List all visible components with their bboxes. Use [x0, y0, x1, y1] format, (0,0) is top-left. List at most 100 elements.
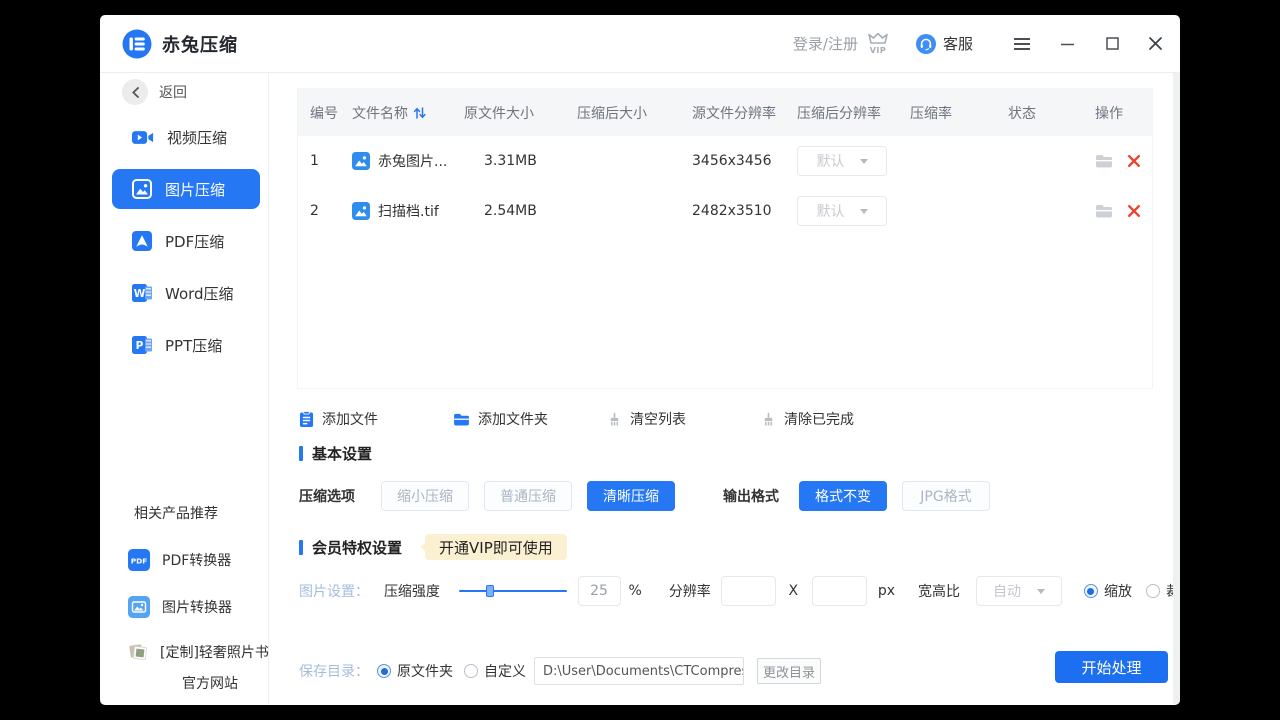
menu-icon[interactable] [1013, 37, 1031, 51]
out-resolution-dropdown[interactable]: 默认 [797, 196, 887, 226]
vip-settings-title: 会员特权设置 开通VIP即可使用 [299, 534, 1180, 560]
headset-icon [916, 34, 936, 54]
percent-sign: % [629, 583, 642, 599]
video-icon [132, 129, 154, 146]
file-name: 扫描档.tif [378, 201, 439, 221]
sidebar-item-pdf-converter[interactable]: PDF PDF转换器 [128, 549, 231, 571]
sidebar-item-label: PDF压缩 [165, 231, 224, 252]
recommend-item-label: PDF转换器 [162, 550, 231, 570]
login-register-link[interactable]: 登录/注册 [793, 33, 858, 54]
back-button[interactable]: 返回 [122, 79, 268, 105]
svg-text:W: W [134, 288, 146, 300]
resolution-x-separator: X [789, 583, 799, 599]
add-folder-icon [453, 413, 470, 426]
vip-crown-icon[interactable]: VIP [866, 33, 890, 55]
compress-option-label: 压缩选项 [299, 486, 381, 506]
sidebar-item-pdf-compress[interactable]: PDF压缩 [112, 221, 260, 261]
col-header-operations: 操作 [1095, 103, 1152, 123]
table-header: 编号 文件名称 原文件大小 压缩后大小 源文件分辨率 压缩后分辨率 压缩率 状态 [298, 89, 1152, 136]
col-header-orig-size: 原文件大小 [464, 103, 577, 123]
word-icon: W [132, 283, 152, 303]
save-dir-label: 保存目录： [299, 661, 377, 681]
sidebar-item-video-compress[interactable]: 视频压缩 [112, 117, 260, 157]
sidebar-item-label: Word压缩 [165, 283, 234, 304]
image-settings-label: 图片设置： [299, 581, 384, 601]
sidebar-item-label: 视频压缩 [167, 127, 227, 148]
sidebar-item-photobook[interactable]: [定制]轻奢照片书 [128, 642, 269, 662]
scale-radio[interactable] [1084, 584, 1098, 598]
desktop-background: 赤兔压缩 登录/注册 VIP 客服 [0, 0, 1280, 720]
official-site-link[interactable]: 官方网站 [182, 673, 238, 693]
option-normal-compress[interactable]: 普通压缩 [484, 481, 572, 511]
add-file-button[interactable]: 添加文件 [299, 409, 453, 429]
strength-value-input[interactable]: 25 [578, 576, 621, 606]
col-header-compressed-size: 压缩后大小 [577, 103, 692, 123]
resolution-height-input[interactable] [812, 576, 867, 606]
slider-handle[interactable] [486, 585, 494, 597]
basic-settings-title: 基本设置 [299, 445, 1180, 462]
chevron-down-icon [1037, 589, 1045, 594]
ppt-icon: P [132, 335, 152, 355]
sidebar-item-label: PPT压缩 [165, 335, 222, 356]
sidebar-item-word-compress[interactable]: W Word压缩 [112, 273, 260, 313]
sort-icon[interactable] [413, 107, 426, 119]
close-button[interactable] [1149, 37, 1162, 50]
add-folder-button[interactable]: 添加文件夹 [453, 409, 607, 429]
change-dir-button[interactable]: 更改目录 [757, 658, 821, 684]
sidebar-item-image-compress[interactable]: 图片压缩 [112, 169, 260, 209]
option-jpg-format[interactable]: JPG格式 [902, 481, 990, 511]
open-folder-icon[interactable] [1095, 154, 1113, 168]
delete-icon[interactable] [1127, 154, 1141, 168]
svg-text:PDF: PDF [131, 557, 148, 566]
delete-icon[interactable] [1127, 204, 1141, 218]
chevron-down-icon [860, 159, 868, 164]
svg-text:P: P [136, 340, 144, 352]
recommend-section-title: 相关产品推荐 [134, 503, 218, 523]
section-bar [299, 446, 303, 461]
save-path-input[interactable]: D:\User\Documents\CTCompres [534, 657, 744, 685]
recommend-item-label: [定制]轻奢照片书 [160, 642, 269, 662]
option-shrink-compress[interactable]: 缩小压缩 [381, 481, 469, 511]
sidebar: 返回 视频压缩 图片压缩 [100, 73, 269, 704]
add-file-icon [299, 411, 314, 428]
table-row: 2 扫描档.tif 2.54MB 2482x3510 [298, 186, 1152, 236]
aspect-ratio-dropdown[interactable]: 自动 [976, 576, 1062, 606]
chevron-left-icon [122, 79, 148, 105]
col-header-out-resolution: 压缩后分辨率 [797, 103, 910, 123]
sidebar-item-ppt-compress[interactable]: P PPT压缩 [112, 325, 260, 365]
table-body: 1 赤兔图片... 3.31MB 3456x3456 [298, 136, 1152, 388]
col-header-ratio: 压缩率 [910, 103, 1008, 123]
col-header-no: 编号 [310, 103, 352, 123]
strength-label: 压缩强度 [384, 581, 459, 601]
option-keep-format[interactable]: 格式不变 [799, 481, 887, 511]
row-number: 2 [310, 203, 352, 219]
slider-track[interactable] [459, 590, 566, 592]
resolution-width-input[interactable] [721, 576, 776, 606]
clear-list-button[interactable]: 清空列表 [607, 409, 761, 429]
back-label: 返回 [159, 82, 187, 102]
out-resolution-dropdown[interactable]: 默认 [797, 146, 887, 176]
start-process-button[interactable]: 开始处理 [1055, 651, 1168, 683]
open-folder-icon[interactable] [1095, 204, 1113, 218]
row-number: 1 [310, 153, 352, 169]
col-header-status: 状态 [1008, 103, 1095, 123]
app-window: 赤兔压缩 登录/注册 VIP 客服 [100, 15, 1180, 705]
sidebar-item-image-converter[interactable]: 图片转换器 [128, 596, 232, 618]
chevron-down-icon [860, 209, 868, 214]
strength-slider[interactable] [459, 576, 566, 606]
px-unit: px [878, 583, 895, 599]
clear-finished-button[interactable]: 清除已完成 [761, 409, 915, 429]
src-resolution: 2482x3510 [692, 203, 797, 219]
vip-required-badge: 开通VIP即可使用 [425, 534, 567, 560]
app-title: 赤兔压缩 [162, 31, 238, 57]
minimize-button[interactable] [1061, 38, 1074, 50]
vertical-scrollbar[interactable] [1173, 73, 1180, 704]
maximize-button[interactable] [1106, 37, 1119, 50]
customer-service-button[interactable]: 客服 [916, 33, 973, 54]
original-folder-radio[interactable] [377, 664, 391, 678]
crop-radio[interactable] [1146, 584, 1160, 598]
pdf-icon [132, 231, 152, 251]
image-converter-icon [128, 596, 150, 618]
option-clear-compress[interactable]: 清晰压缩 [587, 481, 675, 511]
custom-folder-radio[interactable] [464, 664, 478, 678]
